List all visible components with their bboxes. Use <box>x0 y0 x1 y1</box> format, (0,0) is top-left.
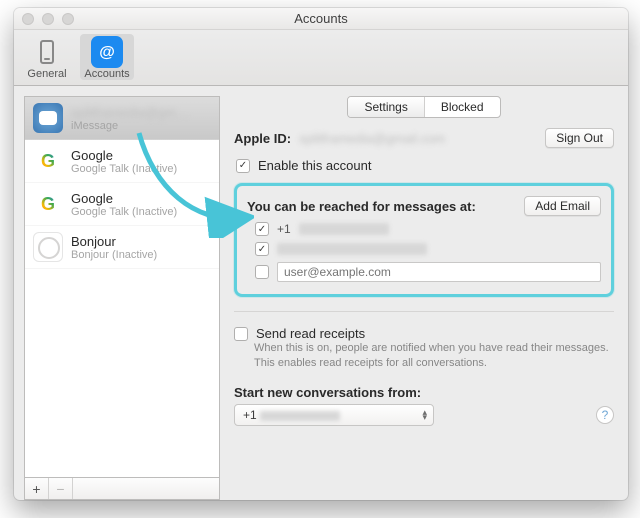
account-name: Google <box>71 191 177 206</box>
account-item-google-2[interactable]: G Google Google Talk (Inactive) <box>25 183 219 226</box>
account-item-imessage[interactable]: splitframedia@gm… iMessage <box>25 97 219 140</box>
read-receipts-checkbox[interactable] <box>234 327 248 341</box>
tab-blocked[interactable]: Blocked <box>424 97 500 117</box>
divider <box>234 311 614 312</box>
account-name: Bonjour <box>71 234 157 249</box>
account-item-bonjour[interactable]: Bonjour Bonjour (Inactive) <box>25 226 219 269</box>
enable-account-row: Enable this account <box>234 158 614 173</box>
read-receipts-hint: When this is on, people are notified whe… <box>234 341 614 371</box>
apple-id-value-redacted: splitframedia@gmail.com <box>299 131 445 146</box>
reached-at-heading: You can be reached for messages at: <box>247 199 476 214</box>
chevron-updown-icon: ▴▾ <box>422 410 427 419</box>
bonjour-icon <box>33 232 63 262</box>
add-email-button[interactable]: Add Email <box>524 196 601 216</box>
window-title: Accounts <box>14 11 628 26</box>
preferences-toolbar: General @ Accounts <box>14 30 628 86</box>
imessage-icon <box>33 103 63 133</box>
svg-text:@: @ <box>99 44 115 61</box>
enable-account-checkbox[interactable] <box>236 159 250 173</box>
reach-phone-checkbox[interactable] <box>255 222 269 236</box>
add-account-button[interactable]: + <box>25 478 49 499</box>
toolbar-accounts[interactable]: @ Accounts <box>80 34 134 80</box>
content-area: splitframedia@gm… iMessage G Google Goog… <box>14 86 628 500</box>
accounts-preferences-window: Accounts General @ Accounts splitframedi… <box>14 8 628 500</box>
phone-icon <box>31 36 63 68</box>
account-sub: Google Talk (Inactive) <box>71 206 177 218</box>
read-receipts-label: Send read receipts <box>256 326 365 341</box>
account-detail-pane: Settings Blocked Apple ID: splitframedia… <box>220 86 628 500</box>
new-email-input[interactable] <box>277 262 601 282</box>
account-item-google-1[interactable]: G Google Google Talk (Inactive) <box>25 140 219 183</box>
help-button[interactable]: ? <box>596 406 614 424</box>
reached-at-section: You can be reached for messages at: Add … <box>234 183 614 297</box>
accounts-list-footer: + − <box>24 478 220 500</box>
toolbar-accounts-label: Accounts <box>84 68 129 80</box>
account-sub: iMessage <box>71 120 189 132</box>
google-icon: G <box>33 189 63 219</box>
enable-account-label: Enable this account <box>258 158 371 173</box>
start-from-label: Start new conversations from: <box>234 385 614 400</box>
apple-id-label: Apple ID: <box>234 131 291 146</box>
start-from-select[interactable]: +1 ▴▾ <box>234 404 434 426</box>
account-sub: Google Talk (Inactive) <box>71 163 177 175</box>
tab-settings[interactable]: Settings <box>348 97 423 117</box>
reach-new-checkbox[interactable] <box>255 265 269 279</box>
toolbar-general[interactable]: General <box>20 34 74 80</box>
reach-phone-redacted <box>299 223 389 235</box>
reach-phone-prefix: +1 <box>277 222 291 236</box>
start-from-section: Start new conversations from: +1 ▴▾ ? <box>234 385 614 426</box>
google-icon: G <box>33 146 63 176</box>
reach-item-phone: +1 <box>255 222 601 236</box>
account-name: Google <box>71 148 177 163</box>
accounts-sidebar: splitframedia@gm… iMessage G Google Goog… <box>14 86 220 500</box>
account-name-redacted: splitframedia@gm… <box>71 105 189 120</box>
reach-email-checkbox[interactable] <box>255 242 269 256</box>
apple-id-row: Apple ID: splitframedia@gmail.com Sign O… <box>234 128 614 148</box>
sign-out-button[interactable]: Sign Out <box>545 128 614 148</box>
remove-account-button[interactable]: − <box>49 478 73 499</box>
account-sub: Bonjour (Inactive) <box>71 249 157 261</box>
reach-item-email <box>255 242 601 256</box>
read-receipts-section: Send read receipts When this is on, peop… <box>234 326 614 371</box>
titlebar: Accounts <box>14 8 628 30</box>
reach-email-redacted <box>277 243 427 255</box>
accounts-list[interactable]: splitframedia@gm… iMessage G Google Goog… <box>24 96 220 478</box>
reached-at-list: +1 <box>247 222 601 282</box>
toolbar-general-label: General <box>27 68 66 80</box>
reach-item-new <box>255 262 601 282</box>
at-icon: @ <box>91 36 123 68</box>
account-tabs: Settings Blocked <box>347 96 500 118</box>
start-from-value: +1 <box>243 408 340 422</box>
